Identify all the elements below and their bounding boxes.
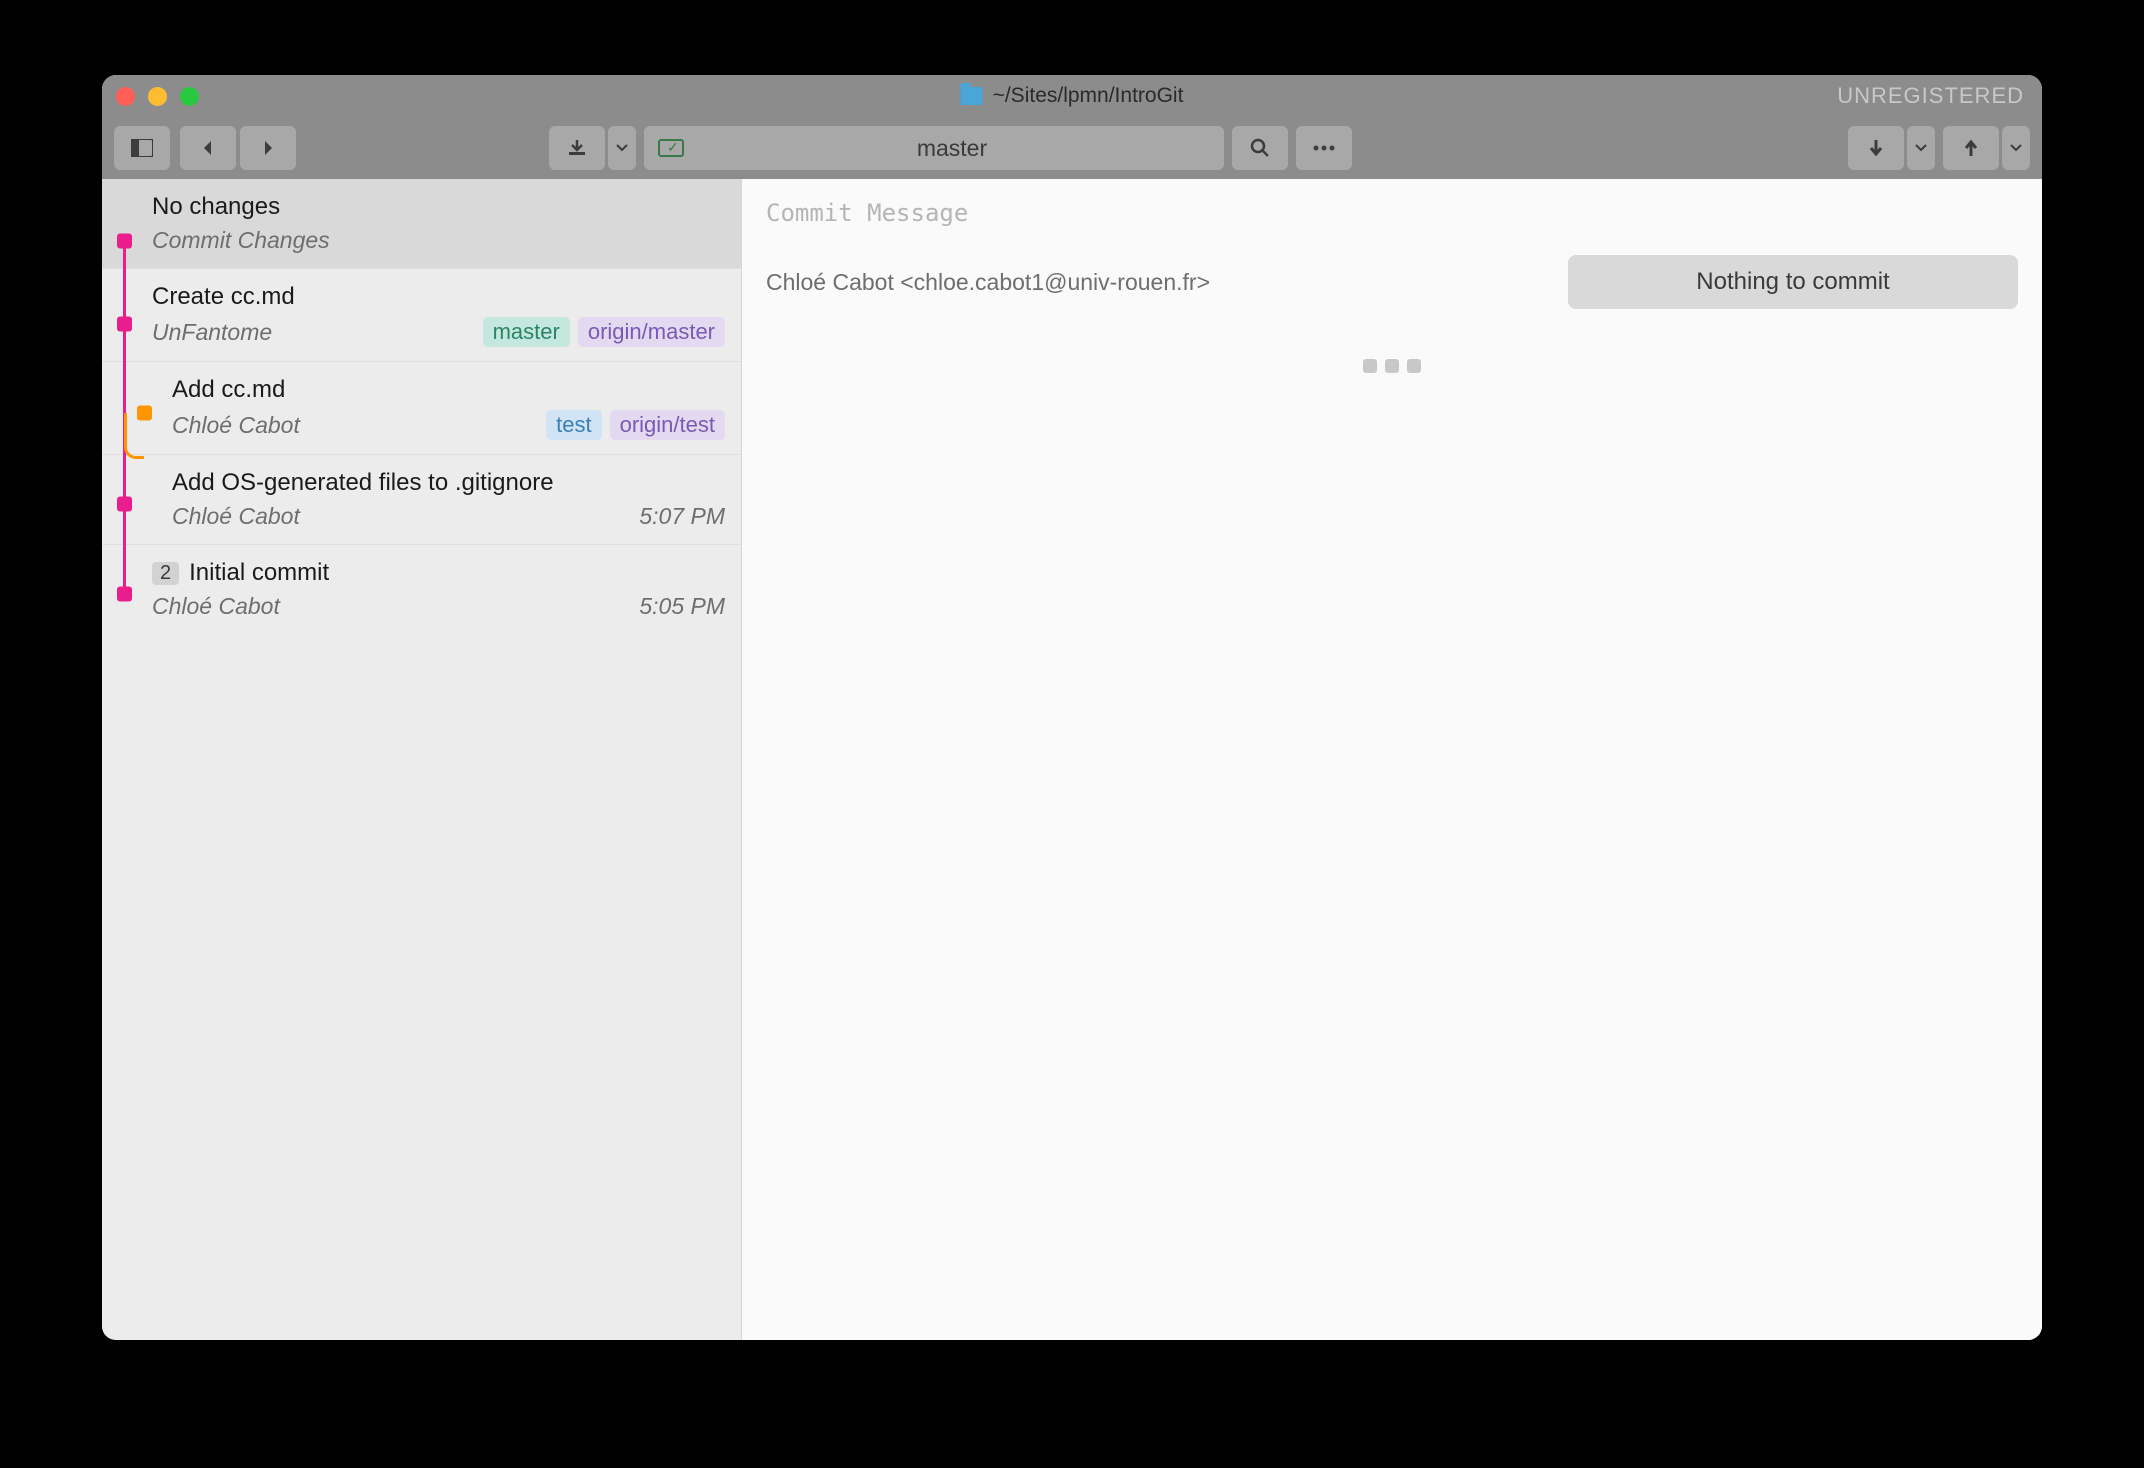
- commit-title: Initial commit: [189, 559, 329, 587]
- commit-row[interactable]: Add OS-generated files to .gitignore Chl…: [102, 455, 741, 545]
- window-title: ~/Sites/lpmn/IntroGit: [961, 84, 1184, 108]
- commit-row[interactable]: 2 Initial commit Chloé Cabot 5:05 PM: [102, 545, 741, 634]
- stash-icon: [567, 138, 587, 158]
- dot-icon: [1407, 359, 1421, 373]
- folder-icon: [961, 87, 983, 105]
- maximize-window-button[interactable]: [180, 87, 199, 106]
- close-window-button[interactable]: [116, 87, 135, 106]
- terminal-icon: [658, 139, 684, 157]
- commit-subtitle: Commit Changes: [152, 227, 330, 254]
- chevron-down-icon: [2010, 144, 2022, 152]
- commit-tags: test origin/test: [546, 410, 725, 440]
- branch-name: master: [694, 135, 1210, 162]
- search-icon: [1249, 137, 1271, 159]
- push-button[interactable]: [1943, 126, 1999, 170]
- toggle-sidebar-button[interactable]: [114, 126, 170, 170]
- graph-curve: [124, 413, 144, 459]
- pull-menu-button[interactable]: [1907, 126, 1935, 170]
- more-button[interactable]: [1296, 126, 1352, 170]
- dot-icon: [1363, 359, 1377, 373]
- commit-message-input[interactable]: Commit Message: [766, 199, 2018, 227]
- commit-author: Chloé Cabot: [172, 503, 300, 530]
- traffic-lights: [116, 87, 199, 106]
- graph-line: [123, 543, 126, 593]
- chevron-down-icon: [1915, 144, 1927, 152]
- chevron-left-icon: [201, 139, 215, 157]
- commit-row[interactable]: Create cc.md UnFantome master origin/mas…: [102, 269, 741, 362]
- sidebar-icon: [131, 139, 153, 157]
- commit-tags: master origin/master: [483, 317, 725, 347]
- chevron-right-icon: [261, 139, 275, 157]
- more-icon: [1312, 144, 1336, 152]
- stash-button[interactable]: [549, 126, 605, 170]
- arrow-down-icon: [1868, 138, 1884, 158]
- repo-path: ~/Sites/lpmn/IntroGit: [993, 84, 1184, 108]
- commit-title: Add cc.md: [172, 376, 725, 404]
- commit-button[interactable]: Nothing to commit: [1568, 255, 2018, 309]
- arrow-up-icon: [1963, 138, 1979, 158]
- push-menu-button[interactable]: [2002, 126, 2030, 170]
- commit-title: Create cc.md: [152, 283, 725, 311]
- loading-dots: [766, 359, 2018, 373]
- graph-line: [123, 267, 126, 363]
- search-button[interactable]: [1232, 126, 1288, 170]
- body: No changes Commit Changes Create cc.md U…: [102, 179, 2042, 1340]
- commit-title: Add OS-generated files to .gitignore: [172, 469, 725, 497]
- branch-tag: origin/test: [610, 410, 725, 440]
- minimize-window-button[interactable]: [148, 87, 167, 106]
- dot-icon: [1385, 359, 1399, 373]
- ref-count-badge: 2: [152, 562, 179, 585]
- commit-time: 5:07 PM: [639, 503, 725, 530]
- commit-list: No changes Commit Changes Create cc.md U…: [102, 179, 742, 1340]
- commit-row[interactable]: Add cc.md Chloé Cabot test origin/test: [102, 362, 741, 455]
- toolbar-center: master: [549, 126, 1352, 170]
- unregistered-label: UNREGISTERED: [1837, 83, 2024, 109]
- app-window: ~/Sites/lpmn/IntroGit UNREGISTERED: [102, 75, 2042, 1340]
- stash-menu-button[interactable]: [608, 126, 636, 170]
- commit-row[interactable]: No changes Commit Changes: [102, 179, 741, 269]
- author-row: Chloé Cabot <chloe.cabot1@univ-rouen.fr>…: [766, 255, 2018, 309]
- branch-tag: test: [546, 410, 601, 440]
- back-button[interactable]: [180, 126, 236, 170]
- commit-author: Chloé Cabot: [172, 412, 300, 439]
- commit-author: UnFantome: [152, 319, 272, 346]
- branch-selector[interactable]: master: [644, 126, 1224, 170]
- toolbar: master: [102, 117, 2042, 179]
- commit-title: No changes: [152, 193, 725, 221]
- commit-time: 5:05 PM: [639, 593, 725, 620]
- graph-node-icon: [117, 317, 132, 332]
- graph-node-icon: [117, 496, 132, 511]
- forward-button[interactable]: [240, 126, 296, 170]
- commit-author-field[interactable]: Chloé Cabot <chloe.cabot1@univ-rouen.fr>: [766, 269, 1210, 296]
- chevron-down-icon: [616, 144, 628, 152]
- branch-tag: master: [483, 317, 570, 347]
- pull-button[interactable]: [1848, 126, 1904, 170]
- main-panel: Commit Message Chloé Cabot <chloe.cabot1…: [742, 179, 2042, 1340]
- titlebar: ~/Sites/lpmn/IntroGit UNREGISTERED: [102, 75, 2042, 117]
- graph-node-icon: [117, 586, 132, 601]
- graph-line: [123, 241, 126, 270]
- commit-author: Chloé Cabot: [152, 593, 280, 620]
- branch-tag: origin/master: [578, 317, 725, 347]
